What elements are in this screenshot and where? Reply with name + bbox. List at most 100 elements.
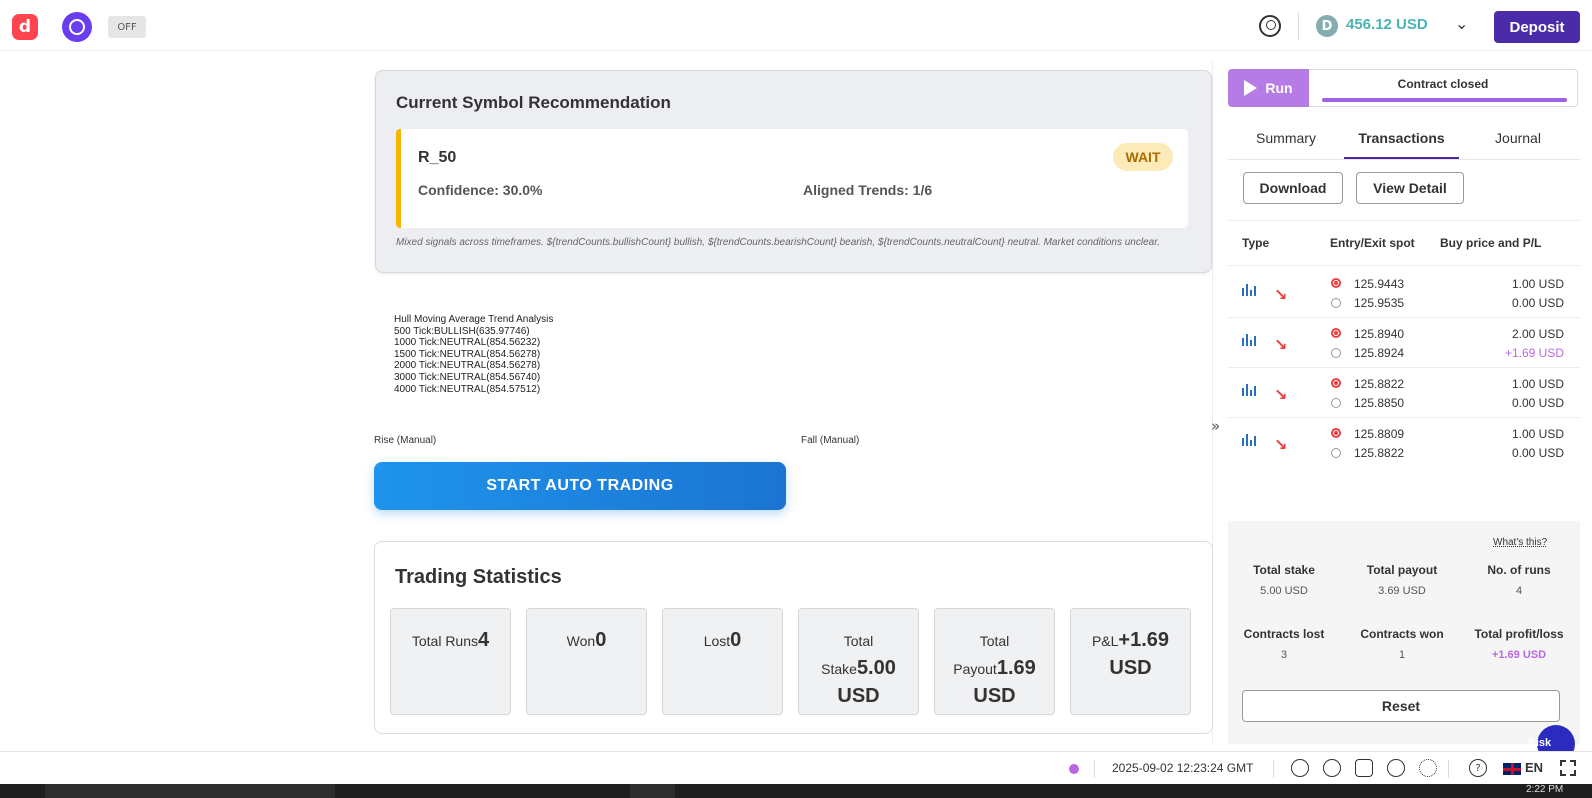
contract-status-text: Contract closed — [1397, 77, 1489, 91]
account-balance[interactable]: 456.12 USD — [1346, 16, 1428, 33]
aligned-trends-text: Aligned Trends: 1/6 — [803, 182, 933, 198]
rise-manual-label[interactable]: Rise (Manual) — [374, 435, 436, 446]
stat-lost: Lost0 — [662, 608, 783, 715]
help-icon[interactable]: ? — [1469, 759, 1487, 777]
profit-loss: 0.00 USD — [1511, 396, 1564, 410]
gauge-icon[interactable] — [1387, 759, 1405, 777]
contract-progress-bar — [1322, 98, 1567, 102]
profit-loss: +1.69 USD — [1504, 346, 1564, 360]
chart-icon — [1242, 432, 1258, 446]
currency-icon: D — [1316, 15, 1338, 37]
fall-arrow-icon: ↘ — [1274, 285, 1288, 304]
hull-line: 3000 Tick:NEUTRAL(854.56740) — [394, 371, 541, 383]
footer-divider — [1094, 760, 1095, 778]
footer: 2025-09-02 12:23:24 GMT ? EN — [0, 751, 1592, 784]
exit-spot: 125.8850 — [1354, 396, 1405, 410]
whatsapp-icon[interactable] — [1291, 759, 1309, 777]
reset-button[interactable]: Reset — [1242, 690, 1560, 722]
entry-spot: 125.9443 — [1354, 277, 1405, 291]
profit-loss: 0.00 USD — [1511, 446, 1564, 460]
recommendation-note: Mixed signals across timeframes. ${trend… — [396, 237, 1160, 248]
active-tab-indicator — [1344, 157, 1459, 159]
deriv-icon[interactable] — [1323, 759, 1341, 777]
transaction-row[interactable]: ↘ 125.8940 125.8924 2.00 USD +1.69 USD — [1228, 318, 1580, 368]
contracts-won-value: 1 — [1398, 649, 1406, 661]
stat-total-stake: Total Stake5.00 USD — [798, 608, 919, 715]
shield-icon[interactable] — [1355, 759, 1373, 777]
start-auto-trading-button[interactable]: START AUTO TRADING — [374, 462, 786, 510]
server-time: 2025-09-02 12:23:24 GMT — [1112, 761, 1254, 775]
symbol-name: R_50 — [418, 149, 457, 166]
theme-icon[interactable] — [1419, 759, 1437, 777]
entry-spot-icon — [1331, 428, 1341, 438]
whats-this-link[interactable]: What's this? — [1493, 537, 1547, 548]
exit-spot: 125.8924 — [1354, 346, 1405, 360]
top-bar: d OFF D 456.12 USD ⌄ Deposit — [0, 0, 1592, 51]
col-type: Type — [1242, 236, 1270, 250]
entry-spot-icon — [1331, 328, 1341, 338]
download-button[interactable]: Download — [1243, 172, 1343, 204]
hull-line: 1500 Tick:NEUTRAL(854.56278) — [394, 348, 541, 360]
stat-label: Total — [979, 633, 1010, 649]
stat-unit: USD — [973, 685, 1016, 707]
bot-icon[interactable] — [62, 12, 92, 42]
stat-total-payout: Total Payout1.69 USD — [934, 608, 1055, 715]
account-icon[interactable] — [1259, 15, 1281, 37]
stat-unit: USD — [1109, 657, 1152, 679]
transaction-row[interactable]: ↘ 125.8809 125.8822 1.00 USD 0.00 USD — [1228, 418, 1580, 468]
language-selector[interactable]: EN — [1525, 760, 1543, 775]
stat-value: 0 — [730, 629, 742, 651]
stat-value: 0 — [595, 629, 607, 651]
deposit-button[interactable]: Deposit — [1494, 11, 1580, 43]
hull-line: 4000 Tick:NEUTRAL(854.57512) — [394, 383, 541, 395]
taskbar-item[interactable] — [630, 784, 675, 798]
tab-journal[interactable]: Journal — [1488, 130, 1548, 146]
col-buy-price: Buy price and P/L — [1440, 236, 1542, 250]
taskbar-item[interactable] — [45, 784, 335, 798]
tab-summary[interactable]: Summary — [1256, 130, 1316, 146]
entry-spot-icon — [1331, 378, 1341, 388]
exit-spot-icon — [1331, 398, 1341, 408]
transaction-row[interactable]: ↘ 125.9443 125.9535 1.00 USD 0.00 USD — [1228, 268, 1580, 318]
trading-statistics-card: Trading Statistics Total Runs4 Won0 Lost… — [374, 541, 1213, 734]
fall-arrow-icon: ↘ — [1274, 385, 1288, 404]
hull-title: Hull Moving Average Trend Analysis — [394, 314, 554, 325]
run-button[interactable]: Run — [1228, 69, 1309, 107]
hull-line: 500 Tick:BULLISH(635.97746) — [394, 325, 530, 337]
exit-spot: 125.8822 — [1354, 446, 1405, 460]
footer-divider — [1273, 760, 1274, 778]
recommendation-detail: R_50 WAIT Confidence: 30.0% Aligned Tren… — [396, 129, 1188, 228]
total-stake-label: Total stake — [1253, 563, 1315, 577]
fall-arrow-icon: ↘ — [1274, 435, 1288, 454]
stat-value: 1.69 — [996, 657, 1036, 679]
deriv-logo[interactable]: d — [12, 14, 38, 40]
collapse-panel-icon[interactable]: » — [1211, 417, 1220, 435]
stat-pnl: P&L+1.69 USD — [1070, 608, 1191, 715]
signal-badge: WAIT — [1113, 143, 1173, 171]
total-pl-label: Total profit/loss — [1474, 627, 1564, 641]
bot-toggle[interactable]: OFF — [108, 16, 146, 38]
buy-price: 1.00 USD — [1511, 277, 1564, 291]
fullscreen-icon[interactable] — [1560, 760, 1576, 776]
connection-status-icon — [1069, 764, 1079, 774]
stat-label: P&L — [1091, 633, 1119, 649]
fall-manual-label[interactable]: Fall (Manual) — [801, 435, 859, 446]
view-detail-button[interactable]: View Detail — [1356, 172, 1464, 204]
uk-flag-icon[interactable] — [1503, 763, 1521, 775]
total-stake-value: 5.00 USD — [1260, 585, 1308, 597]
contract-status: Contract closed — [1309, 69, 1578, 107]
footer-divider — [1448, 760, 1449, 778]
hull-line: 2000 Tick:NEUTRAL(854.56278) — [394, 360, 541, 372]
os-taskbar: 2:22 PM — [0, 784, 1592, 798]
stat-value: 5.00 — [856, 657, 896, 679]
transaction-row[interactable]: ↘ 125.8822 125.8850 1.00 USD 0.00 USD — [1228, 368, 1580, 418]
total-payout-value: 3.69 USD — [1378, 585, 1426, 597]
recommendation-card: Current Symbol Recommendation R_50 WAIT … — [375, 70, 1212, 273]
chevron-down-icon[interactable]: ⌄ — [1455, 14, 1468, 33]
stat-label: Lost — [703, 633, 731, 649]
stat-label: Total — [843, 633, 874, 649]
entry-spot-icon — [1331, 278, 1341, 288]
buy-price: 2.00 USD — [1511, 327, 1564, 341]
total-pl-value: +1.69 USD — [1491, 649, 1547, 661]
tab-transactions[interactable]: Transactions — [1344, 130, 1459, 146]
